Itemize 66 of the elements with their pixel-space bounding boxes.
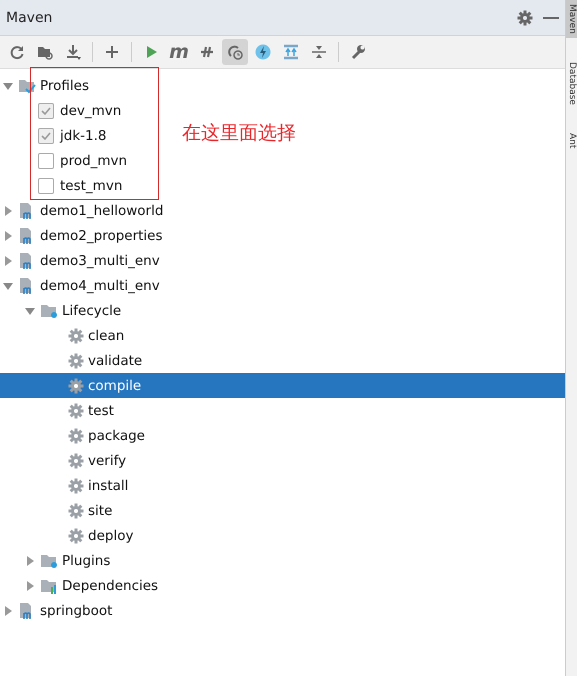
expand-arrow-icon[interactable] [2, 604, 14, 616]
gear-icon [68, 428, 84, 444]
settings-icon[interactable] [517, 10, 534, 26]
tree-item[interactable]: compile [0, 373, 566, 398]
annotation-text: 在这里面选择 [182, 121, 296, 146]
expand-icon [283, 44, 299, 60]
plus-icon [104, 44, 120, 60]
checkbox[interactable] [38, 102, 54, 118]
clock-refresh-icon [227, 44, 243, 60]
tree-item[interactable]: test [0, 398, 566, 423]
collapse-icon [311, 44, 327, 60]
tree-item[interactable]: Dependencies [0, 573, 566, 598]
tree-item[interactable]: demo1_helloworld [0, 198, 566, 223]
tree-item[interactable]: Lifecycle [0, 298, 566, 323]
tree-item[interactable]: springboot [0, 598, 566, 623]
profile-label[interactable]: prod_mvn [60, 152, 128, 168]
check-icon [40, 130, 52, 142]
profile-label[interactable]: dev_mvn [60, 102, 122, 118]
side-tab[interactable]: Ant [566, 128, 577, 152]
expand-arrow-icon[interactable] [2, 204, 14, 216]
folder-icon [18, 78, 36, 94]
tree-item[interactable]: site [0, 498, 566, 523]
expand-arrow-icon[interactable] [24, 554, 36, 566]
folder-icon [40, 578, 58, 594]
tree-item[interactable]: demo4_multi_env [0, 273, 566, 298]
tree-item[interactable]: Plugins [0, 548, 566, 573]
tree-item[interactable]: verify [0, 448, 566, 473]
expand-arrow-icon[interactable] [2, 254, 14, 266]
minimize-icon[interactable] [543, 16, 560, 20]
expand-arrow-icon[interactable] [2, 230, 14, 242]
toolbar-button[interactable]: m [166, 39, 192, 65]
gear-icon [68, 352, 84, 368]
gear-icon [68, 452, 84, 468]
wrench-icon [350, 44, 366, 60]
toolbar-button[interactable] [222, 39, 248, 65]
tree-item[interactable]: clean [0, 323, 566, 348]
side-tab[interactable]: Maven [566, 0, 577, 38]
gear-icon [68, 402, 84, 418]
gear-icon [68, 502, 84, 518]
checkbox[interactable] [38, 128, 54, 144]
tree-item[interactable]: demo2_properties [0, 223, 566, 248]
profile-label[interactable]: test_mvn [60, 178, 122, 194]
tree-item[interactable]: validate [0, 348, 566, 373]
tree-item[interactable]: deploy [0, 523, 566, 548]
refresh-icon [9, 44, 25, 60]
folder-icon [40, 552, 58, 568]
lightning-icon [255, 44, 271, 60]
folder-icon [40, 302, 58, 318]
gear-icon [68, 328, 84, 344]
tree-item[interactable]: Profiles [0, 73, 566, 98]
tree-item[interactable]: demo3_multi_env [0, 248, 566, 273]
profile-label[interactable]: jdk-1.8 [60, 128, 106, 144]
download-icon [65, 44, 81, 60]
panel-title: Maven [6, 10, 54, 26]
toggle-icon [199, 44, 215, 60]
tree-item[interactable]: package [0, 423, 566, 448]
folder-icon [37, 44, 53, 60]
gear-icon [68, 478, 84, 494]
tree-item[interactable]: install [0, 473, 566, 498]
expand-arrow-icon[interactable] [24, 580, 36, 592]
checkbox[interactable] [38, 178, 54, 194]
check-icon [40, 104, 52, 116]
side-tab[interactable]: Database [566, 58, 577, 109]
checkbox[interactable] [38, 152, 54, 168]
gear-icon [68, 378, 84, 394]
gear-icon [68, 528, 84, 544]
